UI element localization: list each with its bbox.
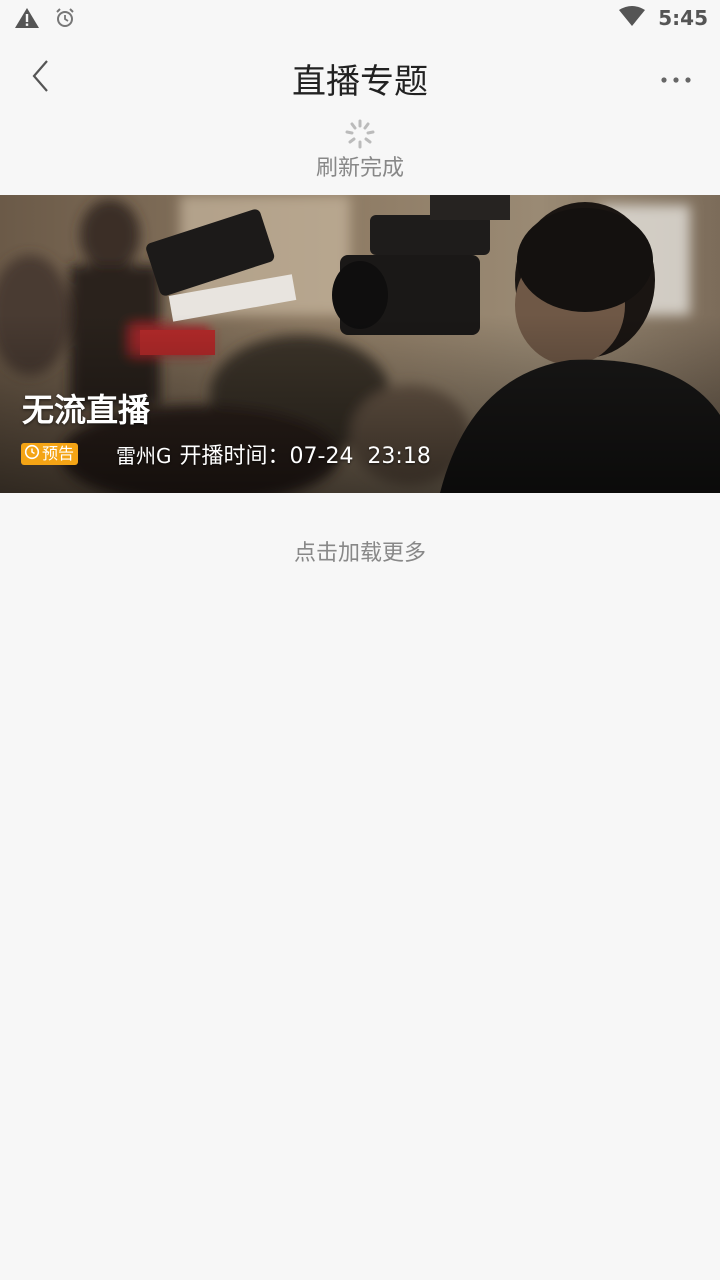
clock-icon	[24, 444, 40, 464]
load-more-button[interactable]: 点击加载更多	[0, 536, 720, 572]
alarm-icon	[54, 7, 76, 33]
start-time-label: 开播时间：07-24 23:18	[180, 438, 431, 470]
live-title: 无流直播	[22, 391, 151, 429]
status-time: 5:45	[658, 6, 708, 30]
page-title: 直播专题	[292, 62, 428, 102]
badge-label: 预告	[42, 444, 75, 463]
refresh-status-text: 刷新完成	[315, 156, 404, 181]
header-bar: 直播专题	[0, 36, 720, 120]
author-name: 雷州G	[116, 444, 172, 468]
pull-refresh-indicator: 刷新完成	[0, 116, 720, 192]
more-button[interactable]	[654, 58, 698, 98]
loading-spinner-icon	[340, 118, 380, 150]
warning-icon	[14, 6, 40, 34]
live-item-card[interactable]: 无流直播 预告 雷州G 开播时间：07-24 23:18	[0, 195, 720, 493]
start-time-value: 07-24 23:18	[289, 444, 431, 469]
start-time-prefix: 开播时间：	[179, 444, 290, 469]
preview-badge: 预告	[21, 443, 79, 465]
wifi-icon	[618, 5, 646, 31]
live-meta: 雷州G 开播时间：07-24 23:18	[116, 438, 431, 470]
more-icon	[660, 69, 692, 88]
status-bar: 5:45	[0, 0, 720, 36]
